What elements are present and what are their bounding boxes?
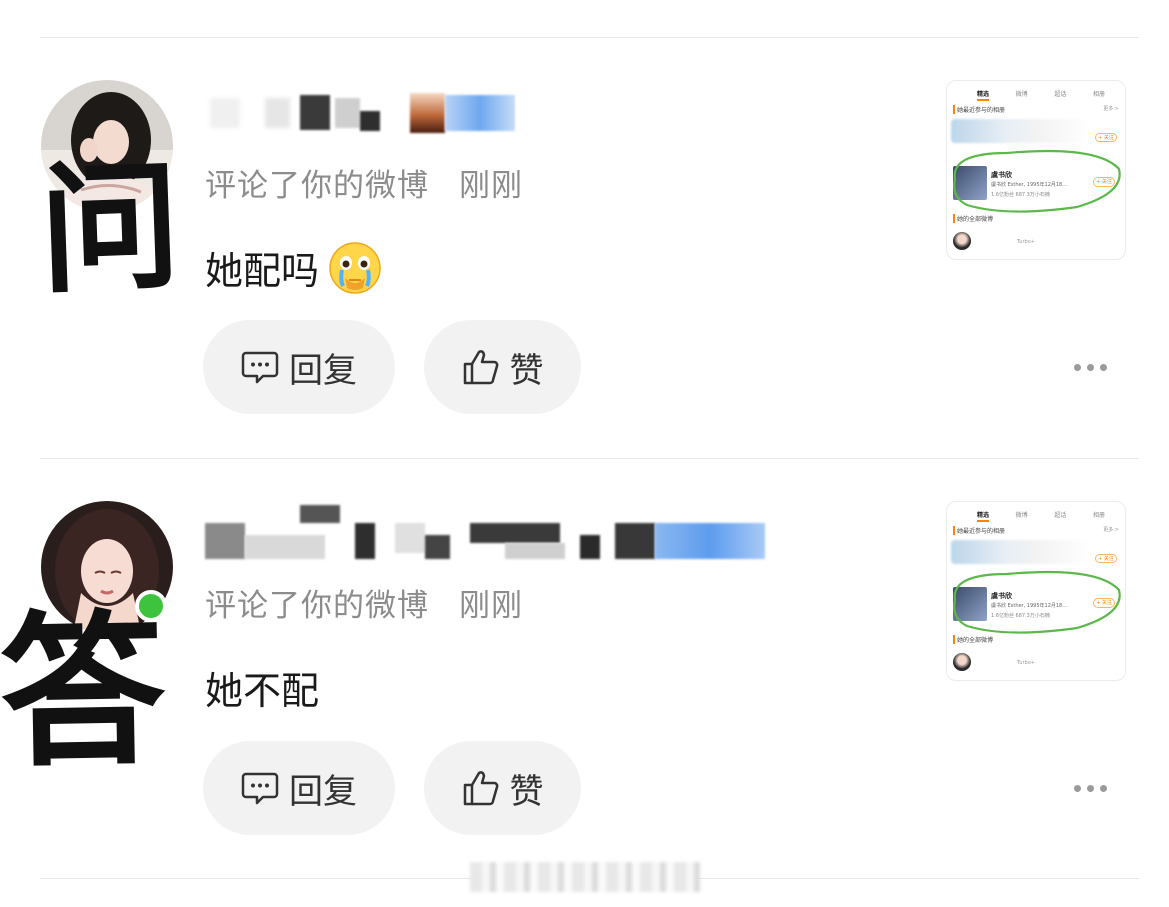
reply-label: 回复 (289, 771, 357, 812)
comment-bubble-icon (241, 772, 279, 805)
reply-button[interactable]: 回复 (203, 741, 395, 835)
like-label: 赞 (509, 771, 544, 812)
highlight-circle (953, 570, 1121, 634)
comment-meta: 评论了你的微博 刚刚 (205, 580, 523, 625)
more-options-icon[interactable] (1074, 785, 1107, 792)
timestamp: 刚刚 (459, 588, 523, 624)
comment-text: 她不配 (205, 660, 319, 715)
like-button[interactable]: 赞 (424, 741, 581, 835)
overlay-answer-char: 答 (0, 594, 167, 790)
bottom-blurred-strip (470, 862, 700, 892)
action-text: 评论了你的微博 (205, 588, 429, 624)
comment-text-content: 她不配 (205, 669, 320, 713)
username-blurred[interactable] (205, 505, 770, 560)
weibo-post-thumbnail[interactable]: 精选 微博 超话 相册 她最近参与的相册 更多 > + 关注 虞书欣 虞书欣 E… (946, 501, 1126, 681)
thumbs-up-icon (463, 771, 498, 806)
comment-item: 答 评论了你的微博 刚刚 她不配 回复 赞 精选 微博 超话 相册 她最近参与的… (0, 0, 1169, 907)
